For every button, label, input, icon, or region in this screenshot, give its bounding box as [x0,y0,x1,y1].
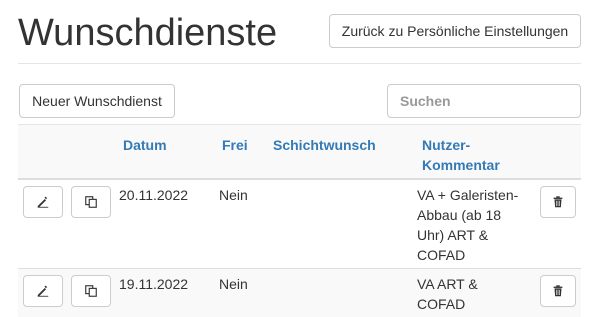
comment-line: Uhr) ART & [417,227,489,243]
cell-date: 19.11.2022 [119,276,189,292]
cell-comment: VA + Galeristen- Abbau (ab 18 Uhr) ART &… [417,185,518,265]
header-date[interactable]: Datum [123,135,167,155]
trash-icon [553,285,563,297]
edit-button[interactable] [23,275,63,307]
edit-icon [37,196,49,208]
cell-date: 20.11.2022 [119,187,189,203]
comment-line: VA ART & [417,276,478,292]
header-free[interactable]: Frei [222,135,248,155]
copy-icon [85,285,97,297]
copy-button[interactable] [71,186,111,218]
comment-line: COFAD [417,247,466,263]
copy-button[interactable] [71,275,111,307]
table-row: 20.11.2022 Nein VA + Galeristen- Abbau (… [18,180,581,269]
header-shift[interactable]: Schichtwunsch [273,135,376,155]
cell-free: Nein [219,276,248,292]
edit-icon [37,285,49,297]
delete-button[interactable] [540,275,576,307]
header-comment-line2: Kommentar [422,157,500,173]
comment-line: Abbau (ab 18 [417,207,502,223]
back-to-settings-button[interactable]: Zurück zu Persönliche Einstellungen [329,14,581,48]
page-title: Wunschdienste [18,12,278,54]
copy-icon [85,196,97,208]
header-comment[interactable]: Nutzer- Kommentar [422,135,500,175]
table-row: 19.11.2022 Nein VA ART & COFAD [18,269,581,317]
divider [18,63,581,64]
new-request-button[interactable]: Neuer Wunschdienst [19,84,175,118]
delete-button[interactable] [540,186,576,218]
cell-free: Nein [219,187,248,203]
header-comment-line1: Nutzer- [422,137,471,153]
search-input[interactable] [387,84,581,118]
trash-icon [553,196,563,208]
comment-line: VA + Galeristen- [417,187,519,203]
cell-comment: VA ART & COFAD [417,274,478,314]
comment-line: COFAD [417,296,466,312]
table-header: Datum Frei Schichtwunsch Nutzer- Komment… [18,124,581,180]
edit-button[interactable] [23,186,63,218]
